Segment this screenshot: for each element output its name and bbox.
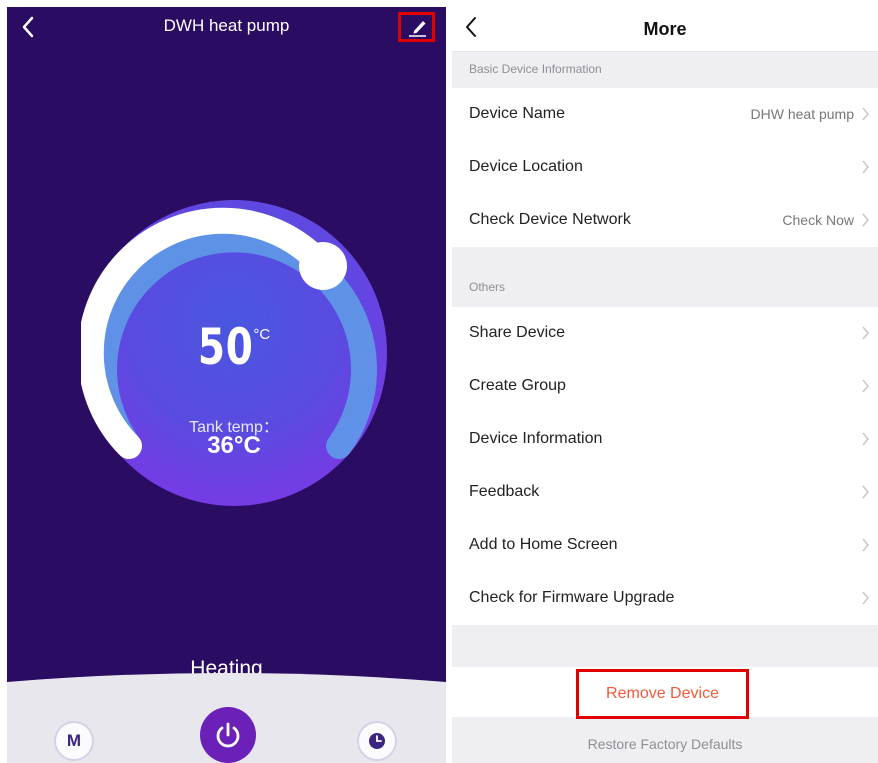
remove-device-label: Remove Device xyxy=(606,685,719,702)
device-location-row[interactable]: Device Location xyxy=(452,141,878,194)
firmware-upgrade-row[interactable]: Check for Firmware Upgrade xyxy=(452,572,878,625)
chevron-right-icon xyxy=(862,213,869,227)
create-group-row[interactable]: Create Group xyxy=(452,360,878,413)
dial-knob[interactable] xyxy=(299,242,347,290)
mode-button[interactable]: M xyxy=(54,721,94,761)
power-button[interactable] xyxy=(200,707,256,763)
chevron-right-icon xyxy=(862,538,869,552)
device-information-row[interactable]: Device Information xyxy=(452,413,878,466)
chevron-right-icon xyxy=(862,591,869,605)
set-temperature-value: 50 xyxy=(197,318,254,376)
create-group-label: Create Group xyxy=(469,377,566,394)
share-device-label: Share Device xyxy=(469,324,566,341)
chevron-right-icon xyxy=(862,107,869,121)
chevron-right-icon xyxy=(862,432,869,446)
device-name-label: Device Name xyxy=(469,105,566,122)
device-location-label: Device Location xyxy=(469,158,583,175)
top-bar: DWH heat pump xyxy=(7,7,446,51)
temperature-dial[interactable]: 50°C Tank temp： 36°C xyxy=(81,200,387,506)
set-temperature-unit: °C xyxy=(253,326,271,343)
feedback-label: Feedback xyxy=(469,483,540,500)
chevron-right-icon xyxy=(862,379,869,393)
set-temperature: 50°C xyxy=(81,318,387,376)
edit-icon xyxy=(409,21,426,37)
timer-icon xyxy=(369,733,385,749)
device-information-label: Device Information xyxy=(469,430,603,447)
device-title: DWH heat pump xyxy=(163,16,290,35)
check-network-value: Check Now xyxy=(782,212,854,228)
remove-device-section: Remove Device xyxy=(452,667,878,719)
check-network-row[interactable]: Check Device Network Check Now xyxy=(452,194,878,247)
device-name-row[interactable]: Device Name DHW heat pump xyxy=(452,88,878,141)
firmware-upgrade-label: Check for Firmware Upgrade xyxy=(469,589,675,606)
tank-temp-value: 36°C xyxy=(207,432,261,459)
remove-device-button[interactable]: Remove Device xyxy=(576,669,749,719)
share-device-row[interactable]: Share Device xyxy=(452,307,878,360)
chevron-right-icon xyxy=(862,160,869,174)
basic-info-list: Device Name DHW heat pump Device Locatio… xyxy=(452,88,878,247)
more-settings-panel: More Basic Device Information Device Nam… xyxy=(452,7,878,763)
device-name-value: DHW heat pump xyxy=(750,106,854,122)
timer-button[interactable] xyxy=(357,721,397,761)
restore-factory-defaults-button[interactable]: Restore Factory Defaults xyxy=(452,736,878,752)
device-control-panel: DWH heat pump 50°C Tank temp： 36°C Heati… xyxy=(7,7,446,763)
chevron-right-icon xyxy=(862,485,869,499)
section-others-label: Others xyxy=(469,280,506,294)
feedback-row[interactable]: Feedback xyxy=(452,466,878,519)
add-home-screen-label: Add to Home Screen xyxy=(469,536,618,553)
others-list: Share Device Create Group Device Informa… xyxy=(452,307,878,625)
bottom-controls: M xyxy=(7,673,446,763)
page-title: More xyxy=(643,19,687,39)
edit-button[interactable] xyxy=(398,12,435,42)
section-basic-label: Basic Device Information xyxy=(469,62,602,76)
header: More xyxy=(452,7,878,52)
power-icon xyxy=(216,722,240,748)
chevron-right-icon xyxy=(862,326,869,340)
check-network-label: Check Device Network xyxy=(469,211,631,228)
add-home-screen-row[interactable]: Add to Home Screen xyxy=(452,519,878,572)
